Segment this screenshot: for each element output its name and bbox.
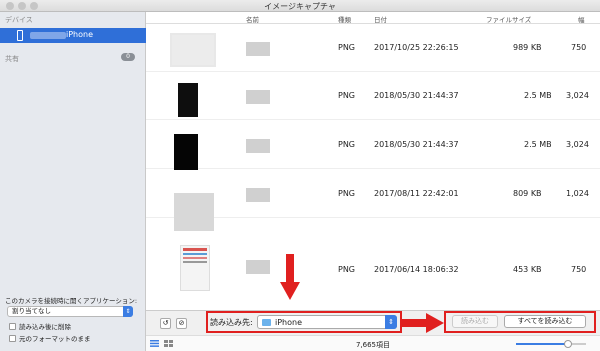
column-header-name[interactable]: 名前 (246, 14, 259, 24)
import-destination-select[interactable]: iPhone ⇕ (257, 315, 397, 329)
photo-thumbnail (170, 33, 216, 67)
delete-after-import-checkbox[interactable]: 読み込み後に削除 (9, 321, 71, 331)
title-bar: イメージキャプチャ (0, 0, 600, 12)
import-all-button[interactable]: すべてを読み込む (504, 315, 586, 328)
column-header-kind[interactable]: 種類 (338, 14, 351, 24)
open-app-caption: このカメラを接続時に開くアプリケーション: (5, 297, 138, 305)
shared-section-header: 共有 (5, 55, 19, 63)
red-arrow-right-icon (400, 313, 444, 333)
cell-width: 750 (571, 265, 587, 274)
cell-kind: PNG (338, 189, 356, 198)
cell-size: 2.5 MB (524, 140, 552, 149)
cell-width: 3,024 (566, 140, 589, 149)
checkbox-box (9, 323, 16, 330)
cell-date: 2017/06/14 18:06:32 (374, 265, 459, 274)
redacted-file-name (246, 260, 270, 274)
device-label: iPhone (66, 30, 94, 39)
redacted-device-name (30, 32, 66, 39)
import-to-label: 読み込み先: (210, 318, 253, 327)
table-row[interactable]: PNG 2018/05/30 21:44:37 2.5 MB 3,024 (146, 122, 600, 170)
cell-width: 750 (571, 43, 587, 52)
chevron-updown-icon: ⇕ (123, 306, 133, 317)
cell-date: 2017/10/25 22:26:15 (374, 43, 459, 52)
column-header-date[interactable]: 日付 (374, 14, 387, 24)
status-bar: 7,665項目 (146, 335, 600, 351)
photo-thumbnail (180, 245, 210, 291)
shared-count-badge: 0 (121, 53, 135, 61)
cell-kind: PNG (338, 265, 356, 274)
checkbox-label: 読み込み後に削除 (19, 323, 71, 331)
cell-kind: PNG (338, 43, 356, 52)
cell-kind: PNG (338, 91, 356, 100)
column-header-width[interactable]: 幅 (578, 14, 585, 24)
checkbox-label: 元のフォーマットのまま (19, 335, 91, 343)
table-row[interactable]: PNG 2018/05/30 21:44:37 2.5 MB 3,024 (146, 73, 600, 120)
open-app-value: 割り当てなし (12, 307, 51, 315)
slider-fill (516, 343, 568, 345)
sidebar: デバイス iPhone 共有 0 このカメラを接続時に開くアプリケーション: 割… (0, 12, 146, 351)
folder-icon (262, 319, 271, 326)
cell-size: 2.5 MB (524, 91, 552, 100)
cell-kind: PNG (338, 140, 356, 149)
rotate-left-button[interactable]: ↺ (160, 318, 171, 329)
sidebar-item-iphone[interactable]: iPhone (0, 28, 146, 43)
table-row[interactable]: PNG 2017/06/14 18:06:32 453 KB 750 (146, 220, 600, 291)
window-title: イメージキャプチャ (264, 2, 336, 11)
thumbnail-detail (183, 248, 207, 251)
thumbnail-size-slider[interactable] (516, 340, 586, 348)
thumbnail-detail (183, 253, 207, 255)
cell-size: 453 KB (513, 265, 542, 274)
redacted-file-name (246, 188, 270, 202)
column-header-size[interactable]: ファイルサイズ (486, 14, 531, 24)
cell-size: 989 KB (513, 43, 542, 52)
open-app-select[interactable]: 割り当てなし ⇕ (7, 306, 133, 317)
cell-width: 3,024 (566, 91, 589, 100)
cell-width: 1,024 (566, 189, 589, 198)
table-row[interactable]: PNG 2017/10/25 22:26:15 989 KB 750 (146, 25, 600, 72)
devices-section-header: デバイス (5, 16, 33, 24)
thumbnail-detail (183, 261, 207, 263)
checkbox-box (9, 335, 16, 342)
slider-knob[interactable] (564, 340, 572, 348)
import-button[interactable]: 読み込む (452, 315, 498, 328)
red-arrow-down-icon (280, 254, 300, 300)
cell-size: 809 KB (513, 189, 542, 198)
chevron-updown-icon: ⇕ (385, 315, 397, 329)
photo-thumbnail (174, 134, 198, 170)
item-count: 7,665項目 (355, 341, 391, 349)
delete-button[interactable]: ⊘ (176, 318, 187, 329)
photo-thumbnail (178, 83, 198, 117)
cell-date: 2018/05/30 21:44:37 (374, 140, 459, 149)
thumbnail-detail (183, 257, 207, 259)
import-destination-value: iPhone (275, 318, 303, 327)
table-row[interactable]: PNG 2017/08/11 22:42:01 809 KB 1,024 (146, 171, 600, 231)
cell-date: 2018/05/30 21:44:37 (374, 91, 459, 100)
cell-date: 2017/08/11 22:42:01 (374, 189, 459, 198)
table-header: 名前 種類 日付 ファイルサイズ 幅 (146, 12, 600, 24)
redacted-file-name (246, 139, 270, 153)
keep-originals-checkbox[interactable]: 元のフォーマットのまま (9, 333, 91, 343)
redacted-file-name (246, 90, 270, 104)
iphone-icon (17, 30, 23, 41)
redacted-file-name (246, 42, 270, 56)
